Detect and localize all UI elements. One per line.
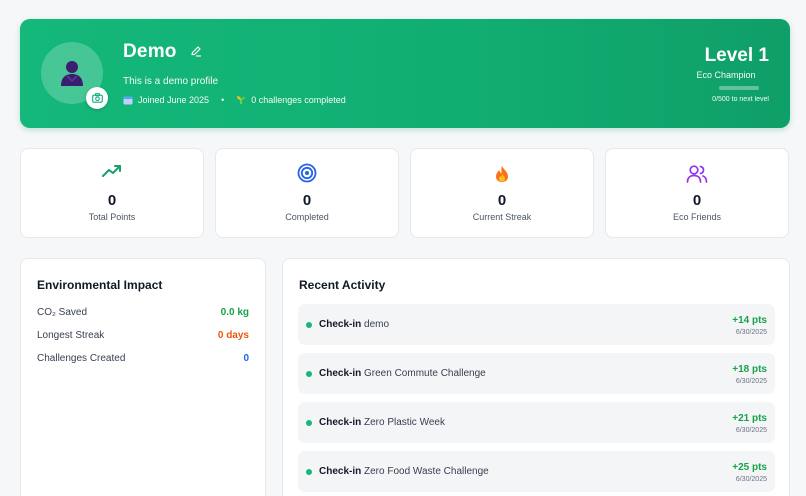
impact-row-challenges-created: Challenges Created 0 — [37, 351, 249, 365]
bullet-dot — [306, 322, 312, 328]
meta-separator: • — [221, 95, 225, 105]
recent-activity-panel: Recent Activity Check-in demo +14 pts 6/… — [282, 258, 790, 496]
joined-date: Joined June 2025 — [138, 95, 210, 105]
edit-icon[interactable] — [190, 45, 202, 57]
activity-kind: Check-in — [319, 466, 362, 477]
profile-name: Demo — [123, 41, 177, 62]
activity-points: +25 pts — [732, 462, 767, 473]
fire-icon — [496, 166, 508, 182]
stat-label: Total Points — [88, 212, 136, 222]
stat-card-completed: 0 Completed — [215, 148, 399, 238]
environmental-impact-panel: Environmental Impact CO₂ Saved 0.0 kg Lo… — [20, 258, 266, 496]
profile-bio: This is a demo profile — [123, 76, 219, 87]
profile-meta: Joined June 2025 • 0 challenges complete… — [123, 95, 346, 105]
activity-text: Check-in Zero Plastic Week — [319, 417, 445, 428]
stat-label: Eco Friends — [672, 212, 722, 222]
stat-card-eco-friends: 0 Eco Friends — [605, 148, 789, 238]
challenges-completed: 0 challenges completed — [251, 95, 346, 105]
bullet-dot — [306, 469, 312, 475]
stat-label: Completed — [285, 212, 329, 222]
activity-points: +14 pts — [732, 315, 767, 326]
activity-kind: Check-in — [319, 417, 362, 428]
impact-row-co2: CO₂ Saved 0.0 kg — [37, 305, 249, 319]
impact-label: Longest Streak — [37, 329, 105, 341]
level-title: Level 1 — [704, 45, 769, 66]
impact-label: Challenges Created — [37, 352, 126, 364]
bullet-dot — [306, 371, 312, 377]
activity-date: 6/30/2025 — [735, 329, 767, 336]
stat-label: Current Streak — [472, 212, 532, 222]
activity-text: Check-in Green Commute Challenge — [319, 368, 486, 379]
stat-card-total-points: 0 Total Points — [20, 148, 204, 238]
bullet-dot — [306, 420, 312, 426]
level-next: 0/500 to next level — [712, 96, 769, 103]
change-photo-button[interactable] — [86, 87, 108, 109]
activity-points: +21 pts — [732, 413, 767, 424]
stat-value: 0 — [107, 192, 117, 209]
level-progress-bar — [719, 86, 759, 90]
impact-label: CO₂ Saved — [37, 306, 88, 318]
camera-icon — [91, 93, 103, 103]
activity-text: Check-in Zero Food Waste Challenge — [319, 466, 489, 477]
panel-title: Environmental Impact — [37, 278, 163, 292]
activity-target: demo — [364, 319, 390, 330]
activity-item[interactable]: Check-in demo +14 pts 6/30/2025 — [298, 304, 775, 345]
impact-value: 0 days — [217, 329, 249, 341]
activity-kind: Check-in — [319, 368, 362, 379]
activity-item[interactable]: Check-in Zero Food Waste Challenge +25 p… — [298, 451, 775, 492]
activity-item[interactable]: Check-in Green Commute Challenge +18 pts… — [298, 353, 775, 394]
stat-card-current-streak: 0 Current Streak — [410, 148, 594, 238]
stat-value: 0 — [497, 192, 507, 209]
sprout-icon — [237, 96, 246, 104]
profile-header: Demo This is a demo profile Joined June … — [20, 19, 790, 128]
activity-kind: Check-in — [319, 319, 362, 330]
users-icon — [686, 165, 708, 183]
stat-value: 0 — [302, 192, 312, 209]
calendar-icon — [123, 96, 133, 105]
activity-text: Check-in demo — [319, 319, 389, 330]
impact-value: 0.0 kg — [220, 306, 249, 318]
stat-value: 0 — [692, 192, 702, 209]
activity-points: +18 pts — [732, 364, 767, 375]
trending-up-icon — [102, 165, 121, 177]
impact-row-longest-streak: Longest Streak 0 days — [37, 328, 249, 342]
panel-title: Recent Activity — [299, 278, 386, 292]
activity-date: 6/30/2025 — [735, 476, 767, 483]
level-box: Level 1 Eco Champion 0/500 to next level — [669, 45, 769, 103]
activity-target: Green Commute Challenge — [364, 368, 486, 379]
activity-target: Zero Plastic Week — [364, 417, 445, 428]
activity-target: Zero Food Waste Challenge — [364, 466, 489, 477]
activity-date: 6/30/2025 — [735, 378, 767, 385]
user-avatar-icon — [61, 61, 83, 86]
activity-item[interactable]: Check-in Zero Plastic Week +21 pts 6/30/… — [298, 402, 775, 443]
target-icon — [297, 163, 317, 183]
activity-date: 6/30/2025 — [735, 427, 767, 434]
impact-value: 0 — [243, 352, 249, 364]
level-rank: Eco Champion — [696, 70, 756, 80]
